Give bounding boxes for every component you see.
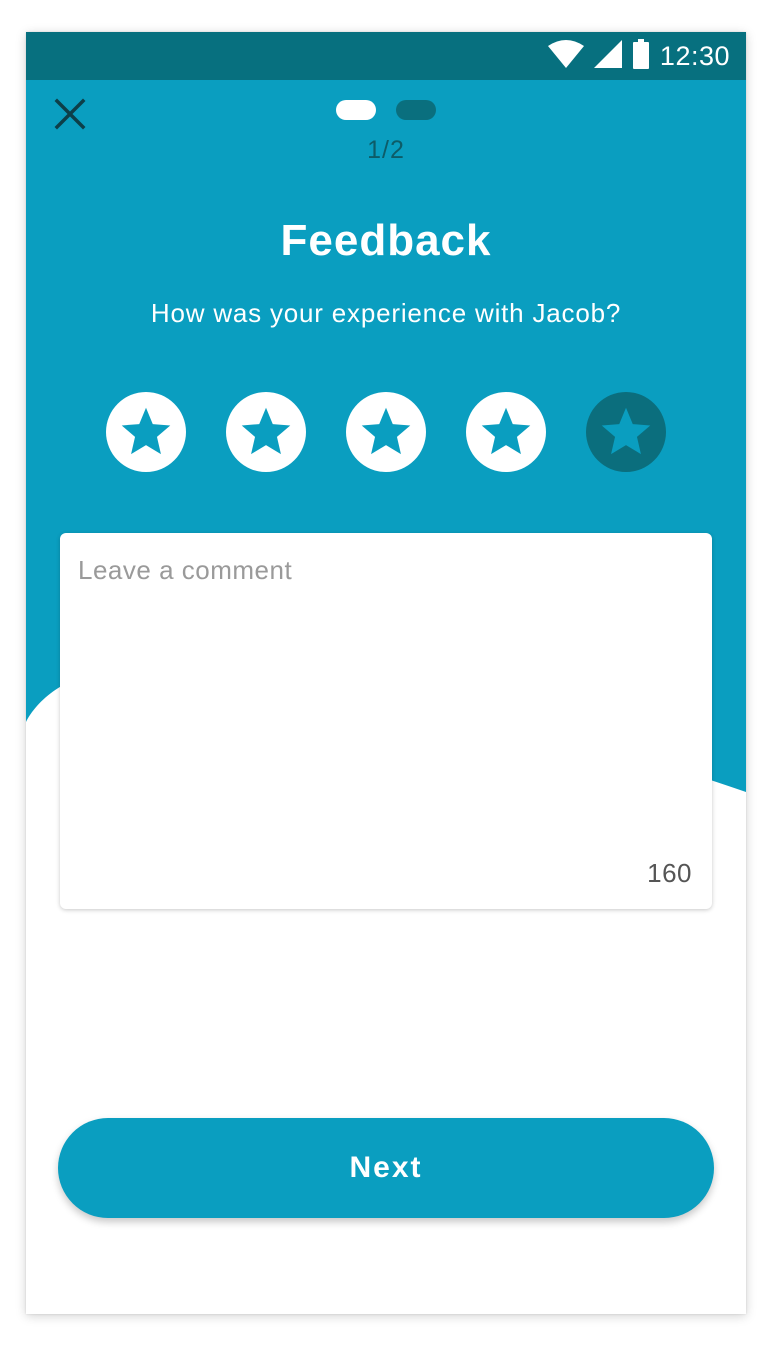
character-counter: 160 — [647, 858, 692, 888]
page-count: 1/2 — [367, 136, 405, 164]
star-icon — [121, 407, 171, 455]
comment-box: 160 — [60, 533, 712, 909]
battery-icon — [632, 38, 650, 74]
rating-star-3[interactable] — [346, 392, 426, 472]
next-button[interactable]: Next — [58, 1118, 714, 1218]
star-icon — [481, 407, 531, 455]
star-icon — [241, 407, 291, 455]
page-title: Feedback — [280, 216, 492, 265]
rating-star-2[interactable] — [226, 392, 306, 472]
rating-star-4[interactable] — [466, 392, 546, 472]
signal-icon — [593, 39, 622, 73]
comment-input[interactable] — [78, 555, 688, 835]
star-icon — [601, 407, 651, 455]
pager-dot-next — [396, 100, 436, 120]
wifi-icon — [547, 39, 584, 73]
pager-dot-current — [336, 100, 376, 120]
rating-star-1[interactable] — [106, 392, 186, 472]
star-icon — [361, 407, 411, 455]
status-bar: 12:30 — [26, 32, 746, 80]
pager-indicator — [26, 100, 746, 120]
status-time: 12:30 — [659, 40, 730, 71]
rating-star-5[interactable] — [586, 392, 666, 472]
phone-screen: 12:30 1/2 Feedback How was your experien… — [26, 32, 746, 1314]
status-icons: 12:30 — [547, 32, 730, 80]
page-subtitle: How was your experience with Jacob? — [150, 298, 622, 328]
